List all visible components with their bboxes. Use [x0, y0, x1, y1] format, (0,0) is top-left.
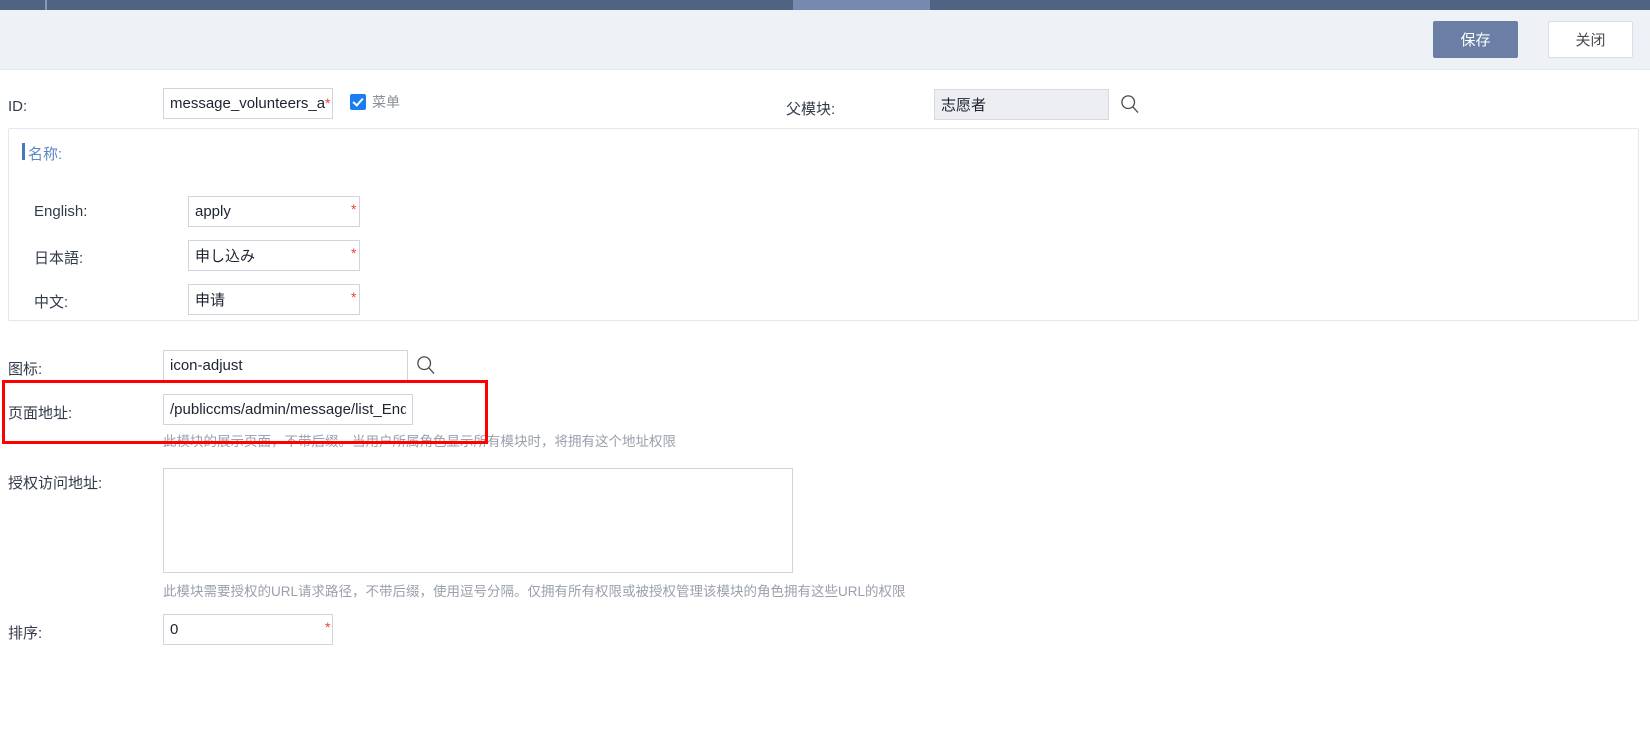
name-row-japanese: 日本語: *: [9, 240, 509, 274]
chinese-required-marker: *: [351, 289, 357, 305]
id-label: ID:: [8, 98, 28, 115]
name-row-english: English: *: [9, 196, 509, 230]
parent-module-label: 父模块:: [786, 101, 836, 118]
english-label: English:: [34, 203, 88, 220]
id-field-row: ID: * 菜单: [0, 88, 760, 128]
search-icon[interactable]: [416, 355, 436, 375]
auth-address-hint: 此模块需要授权的URL请求路径，不带后缀，使用逗号分隔。仅拥有所有权限或被授权管…: [163, 584, 906, 599]
sort-label: 排序:: [8, 625, 43, 642]
parent-module-row: 父模块:: [786, 88, 1206, 128]
japanese-required-marker: *: [351, 245, 357, 261]
japanese-input[interactable]: [188, 240, 360, 271]
menu-checkbox[interactable]: 菜单: [350, 92, 400, 112]
parent-module-input[interactable]: [934, 89, 1109, 120]
id-input[interactable]: [163, 88, 333, 119]
page-address-row: 页面地址: 此模块的展示页面，不带后缀。当用户所属角色显示所有模块时，将拥有这个…: [0, 394, 700, 449]
icon-field-row: 图标:: [0, 350, 600, 384]
english-input[interactable]: [188, 196, 360, 227]
chrome-segment-left: [0, 0, 45, 10]
chinese-input[interactable]: [188, 284, 360, 315]
sort-field-row: 排序: *: [0, 614, 500, 648]
icon-label: 图标:: [8, 361, 43, 378]
chrome-segment-right: [930, 0, 1650, 10]
japanese-label: 日本語:: [34, 250, 84, 267]
id-required-marker: *: [325, 95, 331, 111]
chrome-segment-mid: [47, 0, 793, 10]
form-body: ID: * 菜单 父模块: 名称: English:: [0, 70, 1650, 730]
sort-input[interactable]: [163, 614, 333, 645]
app-window: 保存 关闭 ID: * 菜单 父模块:: [0, 0, 1650, 730]
save-button[interactable]: 保存: [1433, 21, 1518, 58]
auth-address-textarea[interactable]: [163, 468, 793, 573]
chinese-label: 中文:: [34, 294, 69, 311]
name-panel-title: 名称:: [28, 146, 63, 163]
search-icon[interactable]: [1120, 94, 1140, 114]
auth-address-label: 授权访问地址:: [8, 475, 103, 492]
dialog-toolbar: 保存 关闭: [0, 10, 1650, 70]
window-chrome-bar: [0, 0, 1650, 10]
english-required-marker: *: [351, 201, 357, 217]
close-button[interactable]: 关闭: [1548, 21, 1633, 58]
name-panel-accent-bar: [22, 143, 25, 160]
sort-required-marker: *: [325, 619, 331, 635]
page-address-hint: 此模块的展示页面，不带后缀。当用户所属角色显示所有模块时，将拥有这个地址权限: [163, 434, 676, 449]
icon-input[interactable]: [163, 350, 408, 381]
checkbox-checked-icon[interactable]: [350, 94, 366, 110]
menu-checkbox-label: 菜单: [372, 94, 400, 110]
page-address-input[interactable]: [163, 394, 413, 425]
name-panel: 名称: English: * 日本語: * 中文: *: [8, 128, 1639, 321]
name-row-chinese: 中文: *: [9, 284, 509, 318]
page-address-label: 页面地址:: [8, 405, 73, 422]
chrome-active-tab[interactable]: [793, 0, 930, 10]
